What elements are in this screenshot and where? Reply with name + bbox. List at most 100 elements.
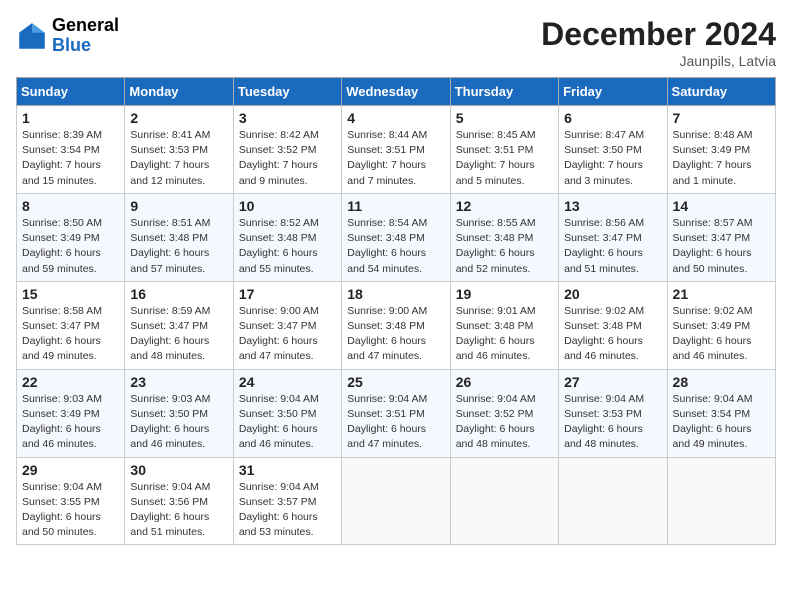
- calendar-cell: [450, 457, 558, 545]
- day-info: Sunrise: 9:04 AMSunset: 3:57 PMDaylight:…: [239, 480, 336, 541]
- day-number: 15: [22, 286, 119, 302]
- day-number: 21: [673, 286, 770, 302]
- day-number: 10: [239, 198, 336, 214]
- calendar-cell: 4 Sunrise: 8:44 AMSunset: 3:51 PMDaylight…: [342, 106, 450, 194]
- title-block: December 2024 Jaunpils, Latvia: [541, 16, 776, 69]
- day-number: 28: [673, 374, 770, 390]
- calendar-cell: 8 Sunrise: 8:50 AMSunset: 3:49 PMDaylight…: [17, 193, 125, 281]
- calendar-cell: 17 Sunrise: 9:00 AMSunset: 3:47 PMDayligh…: [233, 281, 341, 369]
- day-info: Sunrise: 9:04 AMSunset: 3:51 PMDaylight:…: [347, 392, 444, 453]
- logo-text: General Blue: [52, 16, 119, 56]
- calendar-cell: 28 Sunrise: 9:04 AMSunset: 3:54 PMDayligh…: [667, 369, 775, 457]
- day-info: Sunrise: 8:41 AMSunset: 3:53 PMDaylight:…: [130, 128, 227, 189]
- day-number: 22: [22, 374, 119, 390]
- calendar-cell: 14 Sunrise: 8:57 AMSunset: 3:47 PMDayligh…: [667, 193, 775, 281]
- day-number: 8: [22, 198, 119, 214]
- day-number: 26: [456, 374, 553, 390]
- day-info: Sunrise: 8:55 AMSunset: 3:48 PMDaylight:…: [456, 216, 553, 277]
- calendar-cell: 7Sunrise: 8:48 AMSunset: 3:49 PMDaylight…: [667, 106, 775, 194]
- day-header-saturday: Saturday: [667, 78, 775, 106]
- day-info: Sunrise: 8:50 AMSunset: 3:49 PMDaylight:…: [22, 216, 119, 277]
- day-header-monday: Monday: [125, 78, 233, 106]
- calendar-cell: 27Sunrise: 9:04 AMSunset: 3:53 PMDayligh…: [559, 369, 667, 457]
- logo: General Blue: [16, 16, 119, 56]
- day-info: Sunrise: 9:04 AMSunset: 3:50 PMDaylight:…: [239, 392, 336, 453]
- day-info: Sunrise: 8:58 AMSunset: 3:47 PMDaylight:…: [22, 304, 119, 365]
- day-number: 20: [564, 286, 661, 302]
- day-header-friday: Friday: [559, 78, 667, 106]
- calendar-cell: 9 Sunrise: 8:51 AMSunset: 3:48 PMDaylight…: [125, 193, 233, 281]
- calendar-week-row: 29Sunrise: 9:04 AMSunset: 3:55 PMDayligh…: [17, 457, 776, 545]
- day-number: 19: [456, 286, 553, 302]
- day-info: Sunrise: 9:02 AMSunset: 3:49 PMDaylight:…: [673, 304, 770, 365]
- location: Jaunpils, Latvia: [541, 53, 776, 69]
- calendar-cell: 13 Sunrise: 8:56 AMSunset: 3:47 PMDayligh…: [559, 193, 667, 281]
- calendar-cell: 21 Sunrise: 9:02 AMSunset: 3:49 PMDayligh…: [667, 281, 775, 369]
- day-number: 5: [456, 110, 553, 126]
- day-info: Sunrise: 8:51 AMSunset: 3:48 PMDaylight:…: [130, 216, 227, 277]
- day-info: Sunrise: 9:04 AMSunset: 3:56 PMDaylight:…: [130, 480, 227, 541]
- day-info: Sunrise: 8:57 AMSunset: 3:47 PMDaylight:…: [673, 216, 770, 277]
- calendar-cell: 29Sunrise: 9:04 AMSunset: 3:55 PMDayligh…: [17, 457, 125, 545]
- day-info: Sunrise: 9:04 AMSunset: 3:52 PMDaylight:…: [456, 392, 553, 453]
- calendar-header-row: SundayMondayTuesdayWednesdayThursdayFrid…: [17, 78, 776, 106]
- day-number: 3: [239, 110, 336, 126]
- day-info: Sunrise: 8:47 AMSunset: 3:50 PMDaylight:…: [564, 128, 661, 189]
- calendar-cell: [342, 457, 450, 545]
- logo-icon: [16, 20, 48, 52]
- calendar-cell: 25 Sunrise: 9:04 AMSunset: 3:51 PMDayligh…: [342, 369, 450, 457]
- calendar-cell: 6 Sunrise: 8:47 AMSunset: 3:50 PMDaylight…: [559, 106, 667, 194]
- day-info: Sunrise: 9:00 AMSunset: 3:47 PMDaylight:…: [239, 304, 336, 365]
- calendar-week-row: 1 Sunrise: 8:39 AMSunset: 3:54 PMDaylight…: [17, 106, 776, 194]
- calendar-cell: 30 Sunrise: 9:04 AMSunset: 3:56 PMDayligh…: [125, 457, 233, 545]
- day-header-tuesday: Tuesday: [233, 78, 341, 106]
- day-info: Sunrise: 9:03 AMSunset: 3:50 PMDaylight:…: [130, 392, 227, 453]
- day-number: 14: [673, 198, 770, 214]
- calendar-cell: 5Sunrise: 8:45 AMSunset: 3:51 PMDaylight…: [450, 106, 558, 194]
- calendar-cell: 11 Sunrise: 8:54 AMSunset: 3:48 PMDayligh…: [342, 193, 450, 281]
- day-info: Sunrise: 9:00 AMSunset: 3:48 PMDaylight:…: [347, 304, 444, 365]
- day-info: Sunrise: 8:44 AMSunset: 3:51 PMDaylight:…: [347, 128, 444, 189]
- day-info: Sunrise: 8:48 AMSunset: 3:49 PMDaylight:…: [673, 128, 770, 189]
- calendar-week-row: 22Sunrise: 9:03 AMSunset: 3:49 PMDayligh…: [17, 369, 776, 457]
- calendar-cell: 18 Sunrise: 9:00 AMSunset: 3:48 PMDayligh…: [342, 281, 450, 369]
- day-number: 9: [130, 198, 227, 214]
- day-info: Sunrise: 9:04 AMSunset: 3:54 PMDaylight:…: [673, 392, 770, 453]
- calendar-cell: 23Sunrise: 9:03 AMSunset: 3:50 PMDayligh…: [125, 369, 233, 457]
- day-info: Sunrise: 9:04 AMSunset: 3:55 PMDaylight:…: [22, 480, 119, 541]
- day-number: 6: [564, 110, 661, 126]
- day-header-wednesday: Wednesday: [342, 78, 450, 106]
- day-number: 18: [347, 286, 444, 302]
- calendar-cell: [667, 457, 775, 545]
- calendar-cell: 22Sunrise: 9:03 AMSunset: 3:49 PMDayligh…: [17, 369, 125, 457]
- calendar-cell: [559, 457, 667, 545]
- day-header-sunday: Sunday: [17, 78, 125, 106]
- calendar-cell: 12 Sunrise: 8:55 AMSunset: 3:48 PMDayligh…: [450, 193, 558, 281]
- day-info: Sunrise: 8:54 AMSunset: 3:48 PMDaylight:…: [347, 216, 444, 277]
- day-info: Sunrise: 9:04 AMSunset: 3:53 PMDaylight:…: [564, 392, 661, 453]
- day-number: 4: [347, 110, 444, 126]
- calendar-cell: 2 Sunrise: 8:41 AMSunset: 3:53 PMDaylight…: [125, 106, 233, 194]
- month-title: December 2024: [541, 16, 776, 53]
- day-number: 1: [22, 110, 119, 126]
- day-number: 16: [130, 286, 227, 302]
- day-number: 11: [347, 198, 444, 214]
- day-number: 13: [564, 198, 661, 214]
- day-number: 17: [239, 286, 336, 302]
- day-info: Sunrise: 8:39 AMSunset: 3:54 PMDaylight:…: [22, 128, 119, 189]
- calendar-cell: 15 Sunrise: 8:58 AMSunset: 3:47 PMDayligh…: [17, 281, 125, 369]
- calendar-cell: 3Sunrise: 8:42 AMSunset: 3:52 PMDaylight…: [233, 106, 341, 194]
- day-number: 31: [239, 462, 336, 478]
- calendar-cell: 20Sunrise: 9:02 AMSunset: 3:48 PMDayligh…: [559, 281, 667, 369]
- day-number: 25: [347, 374, 444, 390]
- calendar-cell: 26 Sunrise: 9:04 AMSunset: 3:52 PMDayligh…: [450, 369, 558, 457]
- day-number: 30: [130, 462, 227, 478]
- day-number: 12: [456, 198, 553, 214]
- calendar-week-row: 15 Sunrise: 8:58 AMSunset: 3:47 PMDayligh…: [17, 281, 776, 369]
- day-number: 2: [130, 110, 227, 126]
- calendar-cell: 31 Sunrise: 9:04 AMSunset: 3:57 PMDayligh…: [233, 457, 341, 545]
- day-info: Sunrise: 8:59 AMSunset: 3:47 PMDaylight:…: [130, 304, 227, 365]
- day-info: Sunrise: 8:56 AMSunset: 3:47 PMDaylight:…: [564, 216, 661, 277]
- calendar-cell: 24 Sunrise: 9:04 AMSunset: 3:50 PMDayligh…: [233, 369, 341, 457]
- day-number: 24: [239, 374, 336, 390]
